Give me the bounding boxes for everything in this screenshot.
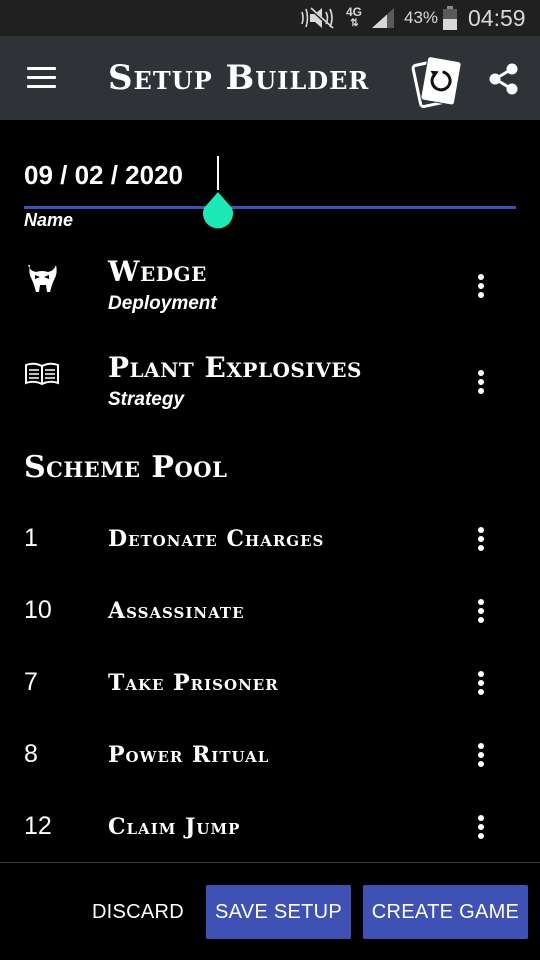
scheme-number: 1: [24, 524, 38, 552]
discard-button[interactable]: DISCARD: [86, 885, 190, 939]
name-field-label: Name: [24, 210, 74, 230]
cursor-handle[interactable]: [200, 192, 236, 230]
scheme-number: 7: [24, 668, 38, 696]
deployment-more-icon[interactable]: [468, 272, 492, 302]
mute-icon: [300, 0, 338, 36]
bottom-divider: [0, 862, 540, 863]
scheme-name: Detonate Charges: [108, 526, 325, 552]
battery-icon: [442, 0, 458, 36]
deployment-title: Wedge: [108, 255, 207, 288]
scheme-pool-heading: Scheme Pool: [24, 450, 228, 485]
signal-icon: [370, 0, 396, 36]
strategy-row[interactable]: Plant Explosives Strategy: [0, 351, 540, 431]
strategy-label: Strategy: [108, 389, 185, 410]
scheme-name: Take Prisoner: [108, 670, 279, 696]
scheme-more-icon[interactable]: [468, 597, 492, 627]
name-input-value[interactable]: 09 / 02 / 2020: [24, 160, 183, 191]
text-caret: [217, 156, 219, 190]
clock: 04:59: [468, 4, 526, 31]
scheme-row[interactable]: 7 Take Prisoner: [0, 648, 540, 720]
page-title: Setup Builder: [108, 58, 370, 98]
strategy-title: Plant Explosives: [108, 351, 362, 384]
mask-icon: [24, 263, 60, 293]
scheme-number: 8: [24, 740, 38, 768]
scheme-row[interactable]: 12 Claim Jump: [0, 792, 540, 864]
scheme-row[interactable]: 1 Detonate Charges: [0, 504, 540, 576]
scheme-name: Assassinate: [108, 598, 245, 624]
name-field-underline: [24, 206, 516, 209]
status-bar: 4G ⇅ 43% 04:59: [0, 0, 540, 36]
deployment-label: Deployment: [108, 293, 217, 314]
card-refresh-icon[interactable]: [410, 51, 466, 109]
scheme-name: Power Ritual: [108, 742, 270, 768]
network-type: 4G: [345, 5, 362, 19]
scheme-number: 10: [24, 596, 52, 624]
app-bar: Setup Builder: [0, 36, 540, 120]
scheme-more-icon[interactable]: [468, 741, 492, 771]
scheme-name: Claim Jump: [108, 814, 241, 840]
create-game-button[interactable]: CREATE GAME: [363, 885, 528, 939]
scheme-number: 12: [24, 812, 52, 840]
network-arrows-icon: ⇅: [350, 18, 358, 29]
scheme-more-icon[interactable]: [468, 525, 492, 555]
name-field[interactable]: 09 / 02 / 2020 Name: [24, 152, 516, 242]
deployment-row[interactable]: Wedge Deployment: [0, 255, 540, 335]
network-indicator: 4G ⇅: [343, 0, 365, 36]
scheme-row[interactable]: 8 Power Ritual: [0, 720, 540, 792]
share-icon[interactable]: [488, 62, 520, 96]
menu-icon[interactable]: [27, 67, 56, 88]
battery-percent: 43%: [404, 8, 439, 27]
save-setup-button[interactable]: SAVE SETUP: [206, 885, 351, 939]
scheme-more-icon[interactable]: [468, 813, 492, 843]
strategy-more-icon[interactable]: [468, 368, 492, 398]
scheme-row[interactable]: 10 Assassinate: [0, 576, 540, 648]
scheme-more-icon[interactable]: [468, 669, 492, 699]
book-icon: [24, 361, 60, 391]
